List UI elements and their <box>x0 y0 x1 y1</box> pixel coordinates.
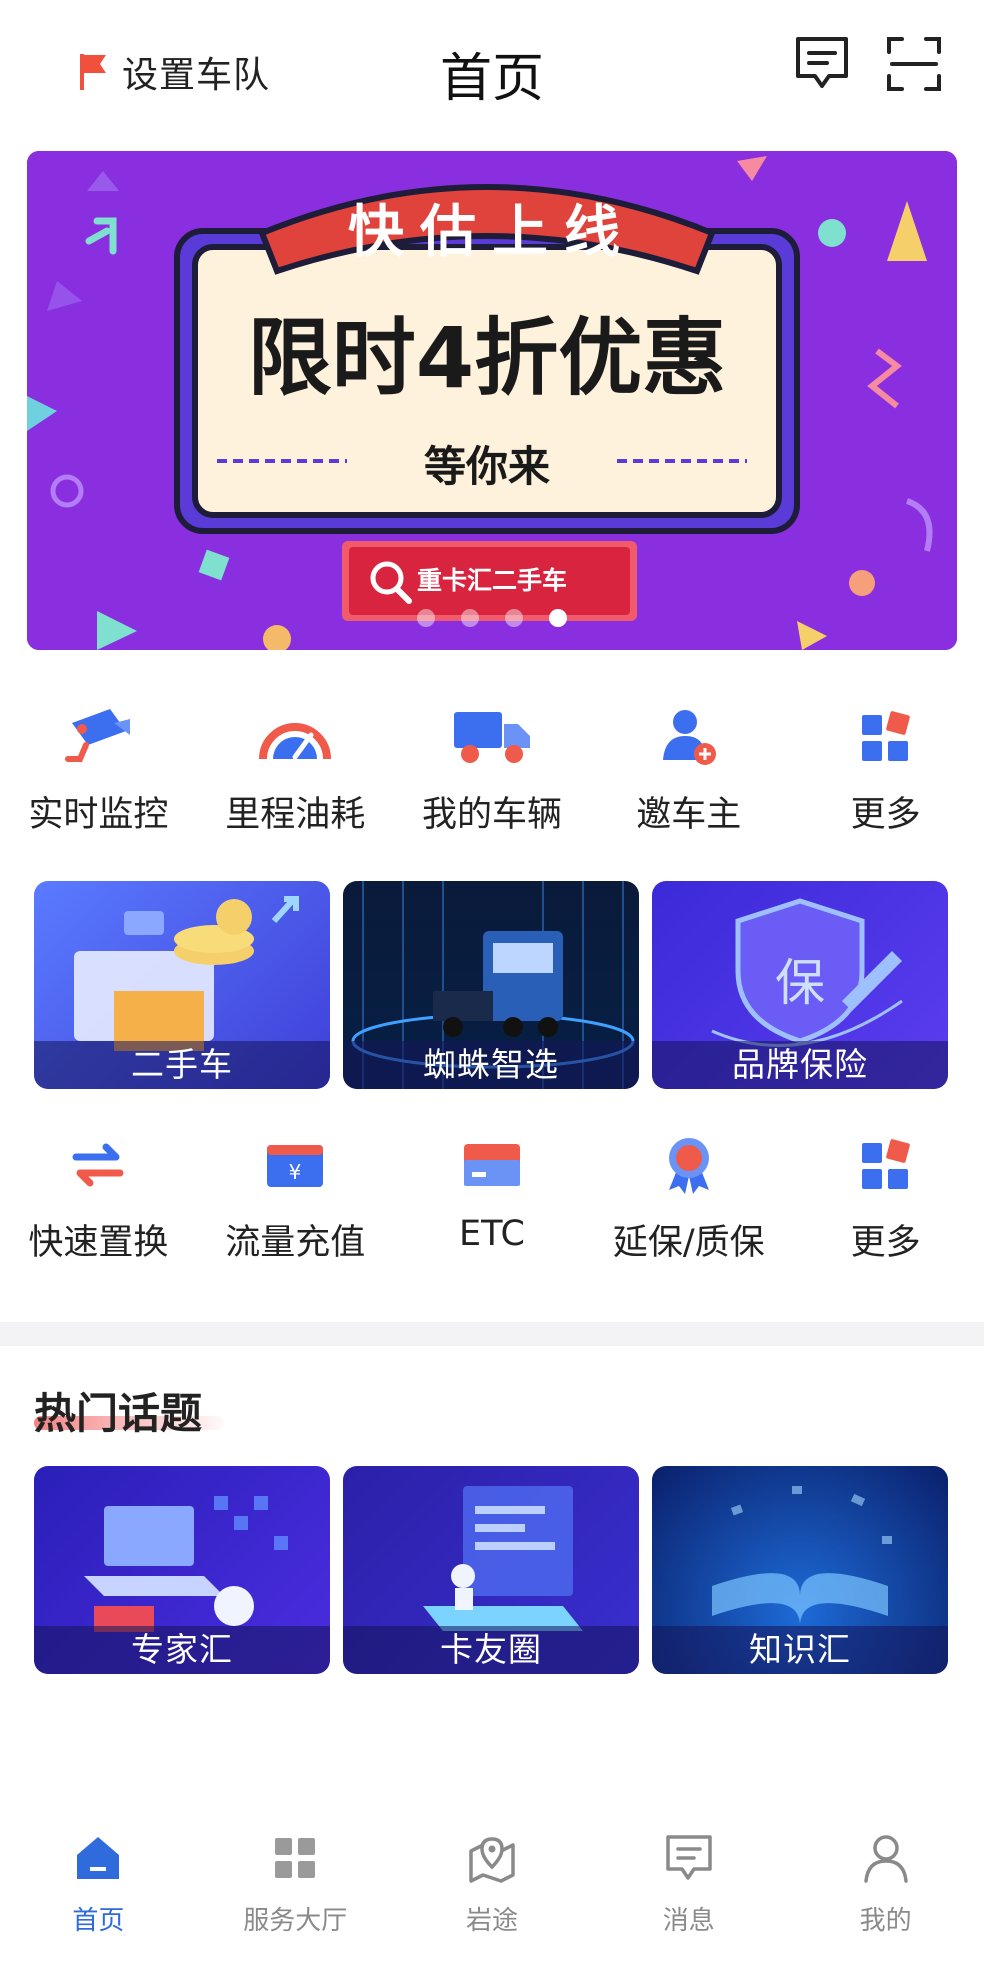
carousel-dot[interactable] <box>505 609 523 627</box>
tile-caption: 品牌保险 <box>652 1041 948 1089</box>
feature-tiles: 二手车 蜘蛛智选 保 品牌保险 <box>34 881 950 1089</box>
quick-action-more[interactable]: 更多 <box>787 1130 984 1265</box>
nav-label: 首页 <box>72 1906 125 1936</box>
swap-icon <box>72 1143 124 1187</box>
tile-caption: 知识汇 <box>652 1626 948 1674</box>
nav-label: 服务大厅 <box>243 1906 348 1936</box>
nav-label: 消息 <box>662 1906 715 1936</box>
tile-truck-friends[interactable]: 卡友圈 <box>343 1466 639 1674</box>
nav-label: 我的 <box>859 1906 912 1936</box>
home-icon <box>77 1837 120 1879</box>
card-icon <box>463 1144 520 1186</box>
tile-used-trucks[interactable]: 二手车 <box>34 881 330 1089</box>
hot-topics-tiles: 专家汇 卡友圈 知识汇 <box>34 1466 950 1674</box>
banner-ribbon-text: 快估上线 <box>348 200 636 265</box>
bottom-nav: 首页 服务大厅 岩途 消息 我的 <box>0 1808 984 1988</box>
quick-actions-row-1: 实时监控 里程油耗 我的车辆 邀车主 更多 <box>0 702 984 837</box>
quick-action-label: 里程油耗 <box>225 795 366 835</box>
hot-topics-title: 热门话题 <box>34 1389 203 1438</box>
quick-action-label: 实时监控 <box>28 795 169 835</box>
quick-action-label: 我的车辆 <box>421 795 562 835</box>
carousel-dots <box>27 609 957 627</box>
promo-banner[interactable]: 快估上线 限时4折优惠 等你来 重卡汇二手车 <box>27 151 957 650</box>
nav-yantu[interactable]: 岩途 <box>394 1808 591 1988</box>
quick-action-quick-swap[interactable]: 快速置换 <box>0 1130 197 1265</box>
quick-action-label: 更多 <box>850 795 921 835</box>
user-icon <box>863 1835 908 1883</box>
tile-caption: 蜘蛛智选 <box>343 1041 639 1089</box>
grid-icon <box>861 1139 910 1189</box>
nav-service-hall[interactable]: 服务大厅 <box>197 1808 394 1988</box>
grid-icon <box>275 1838 316 1878</box>
tile-expert-hub[interactable]: 专家汇 <box>34 1466 330 1674</box>
quick-action-extended-warranty[interactable]: 延保/质保 <box>590 1130 787 1265</box>
tile-caption: 二手车 <box>34 1041 330 1089</box>
scan-icon[interactable] <box>886 36 942 92</box>
tile-caption: 专家汇 <box>34 1626 330 1674</box>
svg-text:¥: ¥ <box>289 1160 302 1184</box>
quick-action-label: 延保/质保 <box>612 1223 765 1263</box>
wallet-icon: ¥ <box>267 1145 324 1187</box>
tile-spider-select[interactable]: 蜘蛛智选 <box>343 881 639 1089</box>
quick-action-data-recharge[interactable]: ¥ 流量充值 <box>197 1130 394 1265</box>
add-user-icon <box>662 710 716 765</box>
banner-search-label: 重卡汇二手车 <box>417 566 568 595</box>
nav-label: 岩途 <box>465 1906 518 1936</box>
carousel-dot[interactable] <box>461 609 479 627</box>
nav-messages[interactable]: 消息 <box>590 1808 787 1988</box>
quick-action-more[interactable]: 更多 <box>787 702 984 837</box>
tile-brand-insurance[interactable]: 保 品牌保险 <box>652 881 948 1089</box>
quick-action-my-vehicles[interactable]: 我的车辆 <box>394 702 591 837</box>
truck-icon <box>453 712 530 763</box>
message-icon <box>666 1835 712 1880</box>
tile-caption: 卡友圈 <box>343 1626 639 1674</box>
carousel-dot[interactable] <box>417 609 435 627</box>
banner-headline: 限时4折优惠 <box>247 309 727 407</box>
grid-icon <box>861 711 910 761</box>
quick-action-label: 更多 <box>850 1223 921 1263</box>
insurance-badge-text: 保 <box>775 954 825 1012</box>
gauge-icon <box>259 723 332 760</box>
top-bar: 设置车队 首页 <box>0 0 984 140</box>
quick-action-label: ETC <box>459 1214 525 1254</box>
section-divider <box>0 1322 984 1346</box>
quick-actions-row-2: 快速置换 ¥ 流量充值 ETC 延保/质保 更多 <box>0 1130 984 1265</box>
quick-action-mileage-fuel[interactable]: 里程油耗 <box>197 702 394 837</box>
nav-profile[interactable]: 我的 <box>787 1808 984 1988</box>
quick-action-invite-owner[interactable]: 邀车主 <box>590 702 787 837</box>
quick-action-label: 流量充值 <box>225 1223 366 1263</box>
quick-action-label: 邀车主 <box>636 795 742 835</box>
nav-home[interactable]: 首页 <box>0 1808 197 1988</box>
quick-action-realtime-monitor[interactable]: 实时监控 <box>0 702 197 837</box>
award-icon <box>668 1138 709 1194</box>
camera-icon <box>65 709 131 762</box>
banner-subline: 等你来 <box>423 442 550 491</box>
message-icon[interactable] <box>793 34 851 92</box>
tile-knowledge-hub[interactable]: 知识汇 <box>652 1466 948 1674</box>
carousel-dot-active[interactable] <box>549 609 567 627</box>
map-pin-icon <box>469 1837 515 1883</box>
quick-action-label: 快速置换 <box>28 1223 169 1263</box>
quick-action-etc[interactable]: ETC <box>394 1130 591 1265</box>
